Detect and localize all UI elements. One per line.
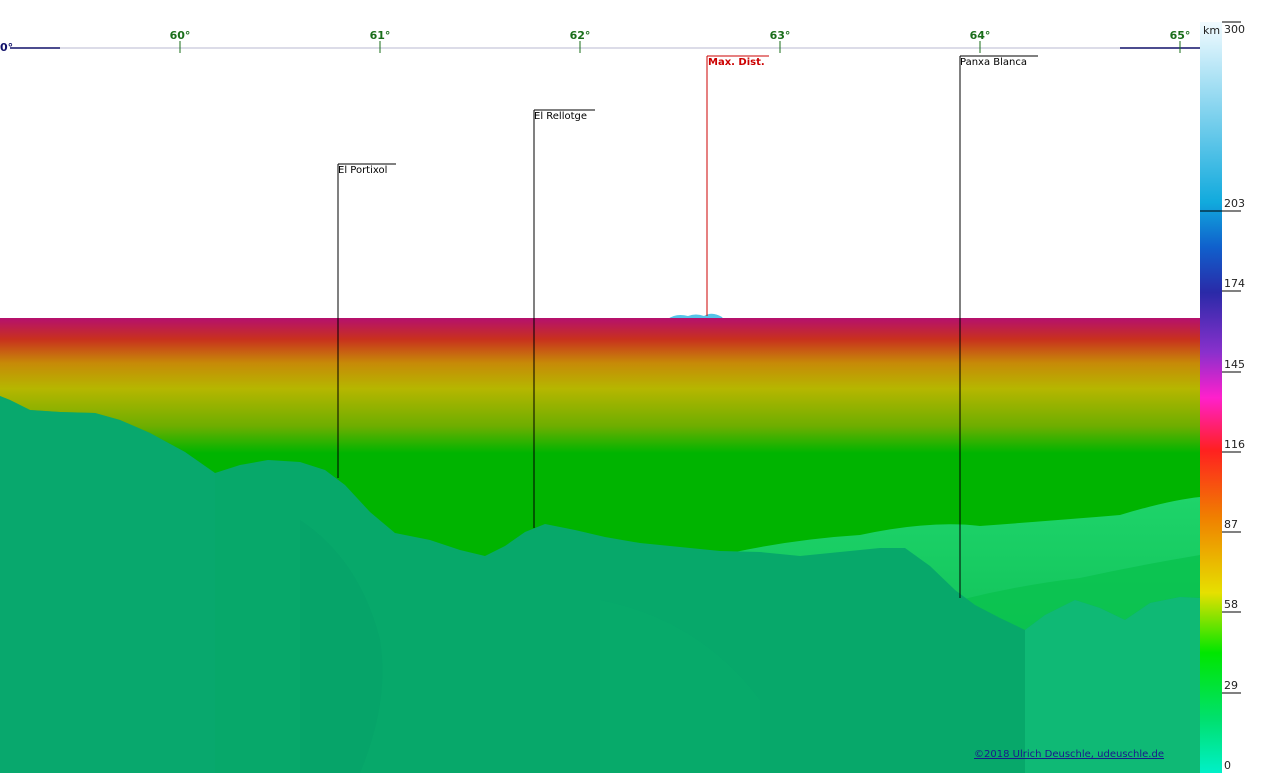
- peak-label-panxa-blanca[interactable]: Panxa Blanca: [960, 57, 1027, 68]
- zero-degree-label: 0°: [0, 41, 14, 54]
- peak-label-el-rellotge[interactable]: El Rellotge: [534, 111, 587, 122]
- scale-label-203: 203: [1224, 197, 1245, 210]
- scale-label-29: 29: [1224, 679, 1238, 692]
- peak-label-el-portixol[interactable]: El Portixol: [338, 165, 387, 176]
- degree-label-63: 63°: [769, 29, 791, 42]
- degree-label-64: 64°: [969, 29, 991, 42]
- distance-color-scale: [1200, 22, 1222, 773]
- degree-ticks: [179, 41, 1181, 53]
- panorama-scene: [0, 21, 1241, 773]
- scale-label-174: 174: [1224, 277, 1245, 290]
- scale-label-58: 58: [1224, 598, 1238, 611]
- degree-label-65: 65°: [1169, 29, 1191, 42]
- peak-label-max-dist[interactable]: Max. Dist.: [708, 57, 765, 68]
- degree-label-62: 62°: [569, 29, 591, 42]
- degree-label-61: 61°: [369, 29, 391, 42]
- scale-label-300: 300: [1224, 23, 1245, 36]
- degree-label-60: 60°: [169, 29, 191, 42]
- scale-label-145: 145: [1224, 358, 1245, 371]
- scale-label-87: 87: [1224, 518, 1238, 531]
- scale-unit-label: km: [1203, 24, 1221, 37]
- scale-label-116: 116: [1224, 438, 1245, 451]
- scale-label-0: 0: [1224, 759, 1231, 772]
- credit-link[interactable]: ©2018 Ulrich Deuschle, udeuschle.de: [974, 749, 1164, 760]
- distance-band: [0, 318, 1200, 468]
